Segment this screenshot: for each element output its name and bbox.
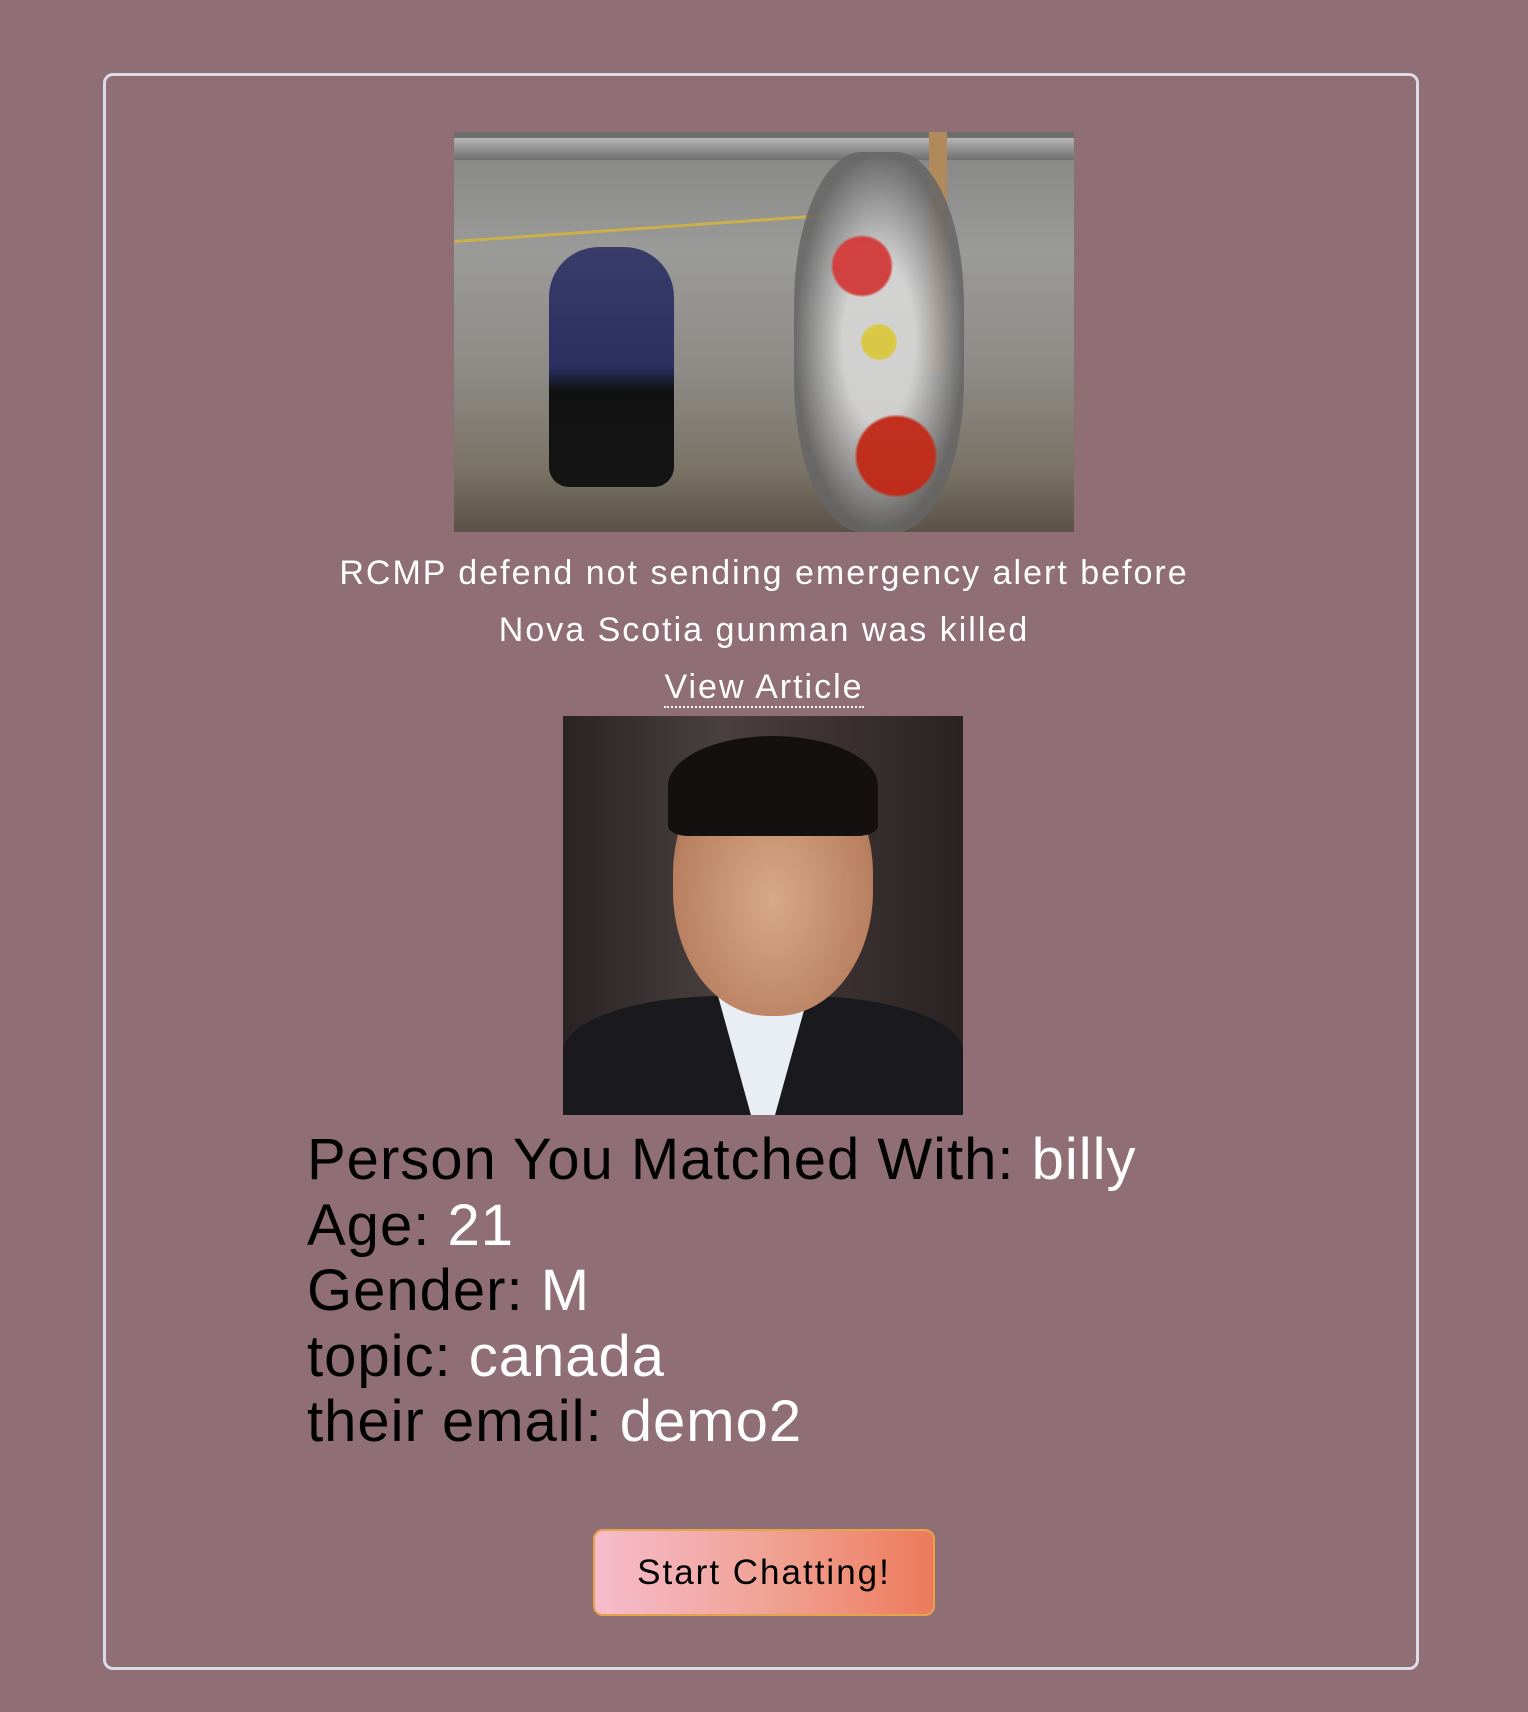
hair xyxy=(668,736,878,836)
view-article-link[interactable]: View Article xyxy=(664,668,864,708)
gender-label: Gender: xyxy=(307,1258,524,1323)
match-email-row: their email: demo2 xyxy=(307,1389,1137,1455)
gender-value: M xyxy=(540,1258,591,1323)
name-value: billy xyxy=(1031,1127,1137,1192)
article-image xyxy=(454,132,1074,532)
match-age-row: Age: 21 xyxy=(307,1193,1137,1259)
topic-value: canada xyxy=(468,1323,666,1389)
match-gender-row: Gender: M xyxy=(307,1258,1137,1324)
email-value: demo2 xyxy=(619,1389,803,1454)
kneeling-person xyxy=(549,247,674,487)
match-info: Person You Matched With: billy Age: 21 G… xyxy=(307,1127,1137,1455)
topic-label: topic: xyxy=(307,1323,452,1389)
match-profile-photo xyxy=(563,716,963,1115)
age-value: 21 xyxy=(447,1192,514,1258)
email-label: their email: xyxy=(307,1389,603,1454)
name-label: Person You Matched With: xyxy=(307,1127,1015,1192)
memorial-flowers xyxy=(794,152,964,532)
age-label: Age: xyxy=(307,1192,431,1258)
guardrail xyxy=(454,138,1074,160)
road-line xyxy=(454,214,826,243)
article-title-line-2: Nova Scotia gunman was killed xyxy=(498,611,1030,649)
article-title-line-1: RCMP defend not sending emergency alert … xyxy=(339,554,1189,592)
match-topic-row: topic: canada xyxy=(307,1324,1137,1390)
match-name-row: Person You Matched With: billy xyxy=(307,1127,1137,1193)
start-chatting-button[interactable]: Start Chatting! xyxy=(593,1529,935,1616)
